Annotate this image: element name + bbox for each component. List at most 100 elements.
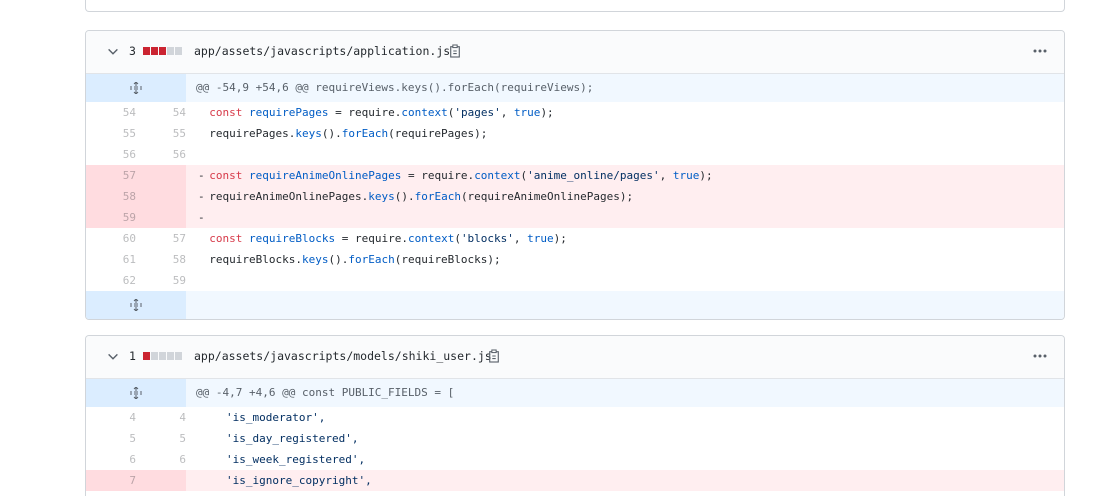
kebab-horizontal-icon[interactable]: [1032, 350, 1048, 362]
diffstat-blocks: [143, 47, 182, 55]
diffstat-block: [167, 352, 174, 360]
token-entity: context: [474, 169, 521, 182]
token-text: ,: [659, 169, 673, 182]
code-line: 'is_day_registered',: [226, 432, 359, 445]
code-line: requirePages.keys().forEach(requirePages…: [196, 123, 487, 144]
diff-line: 62 59: [86, 270, 1064, 291]
old-line-number[interactable]: 57: [86, 165, 136, 186]
new-line-number[interactable]: 4: [136, 407, 186, 428]
chevron-down-icon[interactable]: [106, 350, 120, 364]
file-header: 3 app/assets/javascripts/application.js: [86, 31, 1064, 74]
token-keyword: const: [209, 232, 243, 245]
file-name-link[interactable]: app/assets/javascripts/application.js: [194, 44, 450, 58]
token-text: ,: [513, 232, 528, 245]
expand-down-button[interactable]: [86, 291, 186, 319]
chevron-down-icon[interactable]: [106, 45, 120, 59]
code-line: const requireAnimeOnlinePages = require.…: [196, 165, 713, 186]
old-line-number[interactable]: 56: [86, 144, 136, 165]
old-line-number[interactable]: 4: [86, 407, 136, 428]
hunk-footer-row: [86, 291, 1064, 319]
token-entity: context: [407, 232, 455, 245]
new-line-number[interactable]: [136, 186, 186, 207]
diffstat-block: [167, 47, 174, 55]
diffstat-block: [175, 352, 182, 360]
new-line-number[interactable]: 55: [136, 123, 186, 144]
clipboard-icon[interactable]: [449, 44, 461, 58]
file-header: 1 app/assets/javascripts/models/shiki_us…: [86, 336, 1064, 379]
token-text: = require.: [328, 106, 402, 119]
token-text: ().: [394, 190, 415, 203]
new-line-number[interactable]: 57: [136, 228, 186, 249]
new-line-number[interactable]: 59: [136, 270, 186, 291]
new-line-number[interactable]: 56: [136, 144, 186, 165]
diff-change-count: 1: [129, 349, 136, 363]
old-line-number[interactable]: 5: [86, 428, 136, 449]
diff-line: 60 57 const requireBlocks = require.cont…: [86, 228, 1064, 249]
old-line-number[interactable]: 59: [86, 207, 136, 228]
unfold-icon: [130, 387, 142, 399]
diff-line: 6 6 'is_week_registered',: [86, 449, 1064, 470]
token-text: (: [454, 232, 461, 245]
old-line-number[interactable]: 6: [86, 449, 136, 470]
code-line: const requirePages = require.context('pa…: [196, 102, 554, 123]
token-text: (requireBlocks);: [394, 253, 501, 266]
token-text: = require.: [401, 169, 475, 182]
new-line-number[interactable]: 6: [136, 449, 186, 470]
token-text: ,: [500, 106, 514, 119]
old-line-number[interactable]: 58: [86, 186, 136, 207]
token-text: ().: [328, 253, 349, 266]
token-text: );: [553, 232, 567, 245]
token-text: );: [540, 106, 554, 119]
file-name-link[interactable]: app/assets/javascripts/models/shiki_user…: [194, 349, 492, 363]
old-line-number[interactable]: 54: [86, 102, 136, 123]
old-line-number[interactable]: 62: [86, 270, 136, 291]
token-entity: forEach: [414, 190, 461, 203]
kebab-horizontal-icon[interactable]: [1032, 45, 1048, 57]
token-constant: true: [513, 106, 541, 119]
token-entity: forEach: [341, 127, 389, 140]
diffstat-block: [159, 47, 166, 55]
expand-up-button[interactable]: [86, 74, 186, 102]
diff-file-application-js: 3 app/assets/javascripts/application.js …: [85, 30, 1065, 320]
diffstat-block: [143, 352, 150, 360]
code-line: requireBlocks.keys().forEach(requireBloc…: [196, 249, 501, 270]
token-constant: true: [527, 232, 554, 245]
clipboard-icon[interactable]: [488, 349, 500, 363]
new-line-number[interactable]: 58: [136, 249, 186, 270]
diffstat-block: [151, 47, 158, 55]
token-text: requireBlocks.: [209, 253, 302, 266]
old-line-number[interactable]: 55: [86, 123, 136, 144]
diffstat-block: [175, 47, 182, 55]
diffstat-block: [159, 352, 166, 360]
old-line-number[interactable]: 60: [86, 228, 136, 249]
token-entity: requireAnimeOnlinePages: [249, 169, 402, 182]
unfold-icon: [130, 299, 142, 311]
old-line-number[interactable]: 61: [86, 249, 136, 270]
diffstat-block: [151, 352, 158, 360]
code-line: 'is_week_registered',: [226, 453, 366, 466]
token-text: ().: [321, 127, 342, 140]
token-string: 'pages': [454, 106, 501, 119]
diffstat-blocks: [143, 352, 182, 360]
token-entity: keys: [301, 253, 329, 266]
new-line-number[interactable]: [136, 207, 186, 228]
token-entity: requirePages: [249, 106, 329, 119]
token-entity: keys: [368, 190, 395, 203]
diff-line: 5 5 'is_day_registered',: [86, 428, 1064, 449]
token-entity: forEach: [348, 253, 395, 266]
new-line-number[interactable]: 5: [136, 428, 186, 449]
token-text: (requireAnimeOnlinePages);: [460, 190, 634, 203]
diff-line: 55 55 requirePages.keys().forEach(requir…: [86, 123, 1064, 144]
token-text: requirePages.: [209, 127, 296, 140]
unfold-icon: [130, 82, 142, 94]
token-string: 'blocks': [460, 232, 514, 245]
diff-line: 56 56: [86, 144, 1064, 165]
deleted-line: 57 - const requireAnimeOnlinePages = req…: [86, 165, 1064, 186]
expand-up-button[interactable]: [86, 379, 186, 407]
token-text: );: [699, 169, 713, 182]
new-line-number[interactable]: 54: [136, 102, 186, 123]
token-entity: requireBlocks: [249, 232, 336, 245]
diff-line: 61 58 requireBlocks.keys().forEach(requi…: [86, 249, 1064, 270]
new-line-number[interactable]: [136, 165, 186, 186]
diffstat-block: [143, 47, 150, 55]
